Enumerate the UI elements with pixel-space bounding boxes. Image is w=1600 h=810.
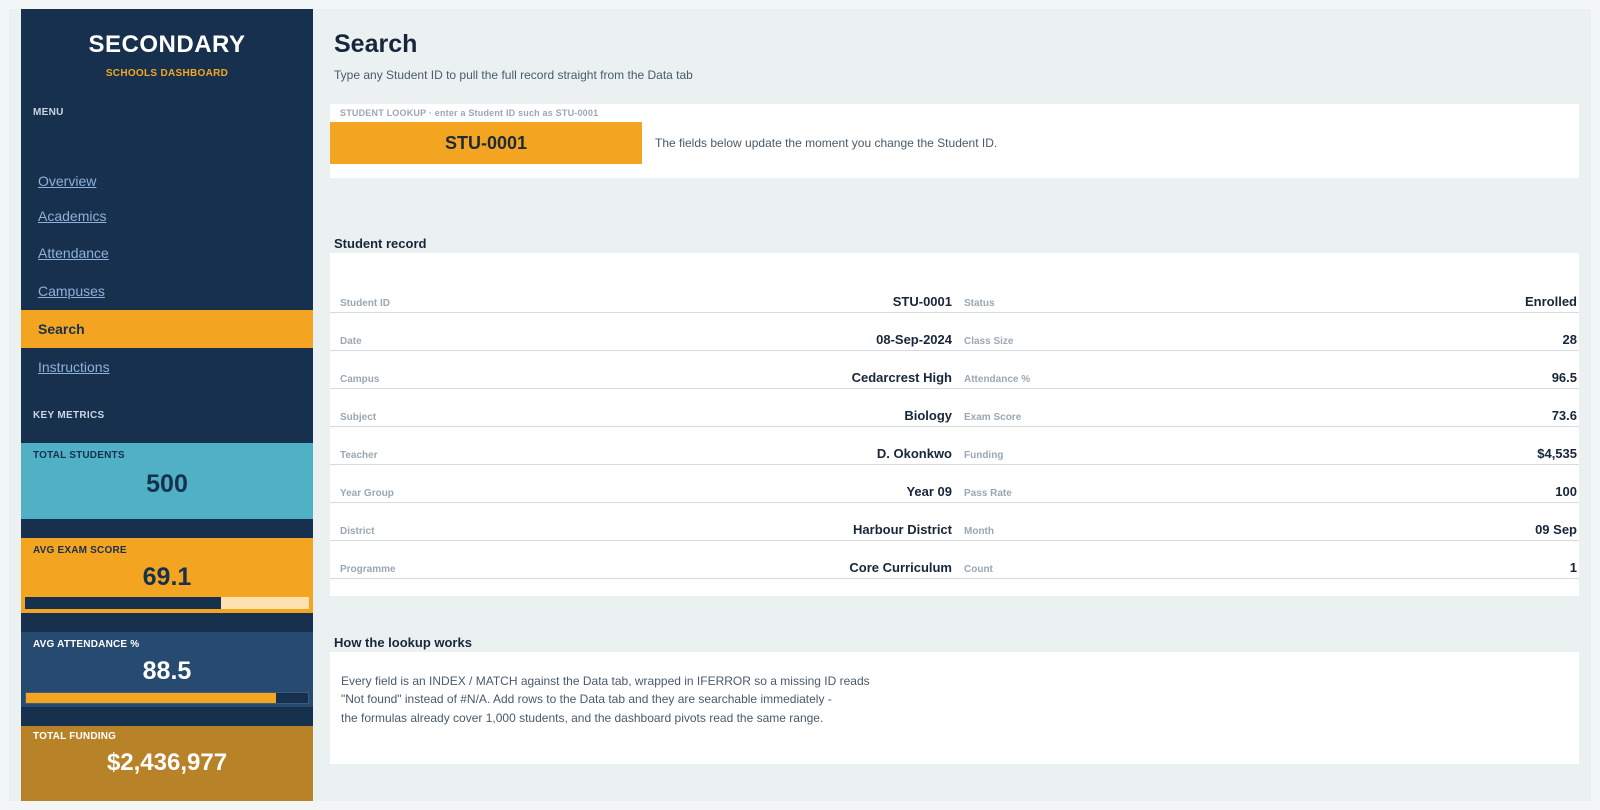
metric-label: AVG ATTENDANCE % bbox=[33, 639, 140, 650]
record-row: Teacher D. Okonkwo bbox=[330, 427, 954, 465]
page-subtitle: Type any Student ID to pull the full rec… bbox=[334, 68, 693, 82]
record-row: Subject Biology bbox=[330, 389, 954, 427]
record-value: 28 bbox=[1562, 332, 1577, 347]
record-value: Year 09 bbox=[906, 484, 952, 499]
record-row: Campus Cedarcrest High bbox=[330, 351, 954, 389]
record-label: Funding bbox=[964, 450, 1004, 461]
metric-avg-attendance: AVG ATTENDANCE % 88.5 bbox=[21, 632, 313, 707]
record-label: Teacher bbox=[340, 450, 378, 461]
record-label: Pass Rate bbox=[964, 488, 1012, 499]
exam-score-bar-fill bbox=[25, 597, 222, 609]
nav-item-campuses[interactable]: Campuses bbox=[21, 272, 313, 310]
record-label: Student ID bbox=[340, 298, 390, 309]
metric-total-students: TOTAL STUDENTS 500 bbox=[21, 443, 313, 519]
metric-avg-exam-score: AVG EXAM SCORE 69.1 bbox=[21, 538, 313, 613]
record-row: Attendance % 96.5 bbox=[954, 351, 1579, 389]
brand-subtitle: SCHOOLS DASHBOARD bbox=[105, 68, 229, 79]
record-row: Student ID STU-0001 bbox=[330, 275, 954, 313]
student-record-panel: Student ID STU-0001 Date 08-Sep-2024 Cam… bbox=[330, 253, 1579, 596]
nav-item-instructions[interactable]: Instructions bbox=[21, 348, 313, 386]
record-label: Month bbox=[964, 526, 994, 537]
record-label: Status bbox=[964, 298, 995, 309]
record-row: Count 1 bbox=[954, 541, 1579, 579]
record-label: Class Size bbox=[964, 336, 1014, 347]
page-title: Search bbox=[334, 30, 418, 58]
how-lookup-works-title: How the lookup works bbox=[334, 635, 472, 650]
record-value: 96.5 bbox=[1551, 370, 1577, 385]
record-value: Harbour District bbox=[853, 522, 952, 537]
how-text-line: Every field is an INDEX / MATCH against … bbox=[341, 674, 870, 688]
metric-label: AVG EXAM SCORE bbox=[33, 545, 127, 556]
record-value: Core Curriculum bbox=[849, 560, 952, 575]
key-metrics-label: KEY METRICS bbox=[33, 410, 105, 421]
metric-label: TOTAL FUNDING bbox=[33, 731, 117, 742]
record-value: 1 bbox=[1569, 560, 1577, 575]
record-value: Cedarcrest High bbox=[851, 370, 952, 385]
record-value: D. Okonkwo bbox=[876, 446, 952, 461]
record-value: $4,535 bbox=[1537, 446, 1577, 461]
record-label: Programme bbox=[340, 564, 396, 575]
record-label: Year Group bbox=[340, 488, 394, 499]
record-value: 100 bbox=[1555, 484, 1577, 499]
record-row: Class Size 28 bbox=[954, 313, 1579, 351]
lookup-note: The fields below update the moment you c… bbox=[655, 136, 998, 150]
record-label: Exam Score bbox=[964, 412, 1022, 423]
how-text-line: the formulas already cover 1,000 student… bbox=[341, 711, 824, 725]
student-record-title: Student record bbox=[334, 236, 427, 251]
record-label: Subject bbox=[340, 412, 377, 423]
record-value: 09 Sep bbox=[1535, 522, 1577, 537]
record-row: Month 09 Sep bbox=[954, 503, 1579, 541]
record-label: Campus bbox=[340, 374, 380, 385]
nav-item-academics[interactable]: Academics bbox=[21, 197, 313, 235]
record-label: District bbox=[340, 526, 375, 537]
record-value: Biology bbox=[904, 408, 952, 423]
metric-value: $2,436,977 bbox=[106, 749, 228, 776]
how-text-line: "Not found" instead of #N/A. Add rows to… bbox=[341, 692, 832, 706]
record-value: STU-0001 bbox=[892, 294, 952, 309]
nav-item-attendance[interactable]: Attendance bbox=[21, 234, 313, 272]
record-row: District Harbour District bbox=[330, 503, 954, 541]
nav-item-overview[interactable]: Overview bbox=[21, 162, 313, 200]
student-lookup-panel: STUDENT LOOKUP · enter a Student ID such… bbox=[330, 104, 1579, 178]
record-row: Programme Core Curriculum bbox=[330, 541, 954, 579]
attendance-bar bbox=[25, 692, 309, 704]
record-label: Date bbox=[340, 336, 362, 347]
record-row: Status Enrolled bbox=[954, 275, 1579, 313]
record-value: 08-Sep-2024 bbox=[876, 332, 952, 347]
student-id-input[interactable] bbox=[330, 122, 642, 164]
record-row: Pass Rate 100 bbox=[954, 465, 1579, 503]
metric-label: TOTAL STUDENTS bbox=[33, 450, 125, 461]
menu-label: MENU bbox=[33, 107, 64, 118]
record-row: Funding $4,535 bbox=[954, 427, 1579, 465]
how-lookup-works-panel: Every field is an INDEX / MATCH against … bbox=[330, 652, 1579, 764]
sidebar: SECONDARY SCHOOLS DASHBOARD MENU Overvie… bbox=[21, 9, 313, 801]
record-label: Attendance % bbox=[964, 374, 1031, 385]
record-row: Exam Score 73.6 bbox=[954, 389, 1579, 427]
nav-item-search[interactable]: Search bbox=[21, 310, 313, 348]
brand-title: SECONDARY bbox=[88, 31, 246, 58]
metric-value: 88.5 bbox=[142, 657, 192, 685]
attendance-bar-fill bbox=[26, 693, 276, 703]
exam-score-bar bbox=[25, 597, 309, 609]
metric-value: 69.1 bbox=[142, 563, 192, 591]
metric-total-funding: TOTAL FUNDING $2,436,977 bbox=[21, 726, 313, 801]
lookup-caption: STUDENT LOOKUP · enter a Student ID such… bbox=[340, 108, 599, 118]
record-row: Year Group Year 09 bbox=[330, 465, 954, 503]
metric-value: 500 bbox=[146, 470, 188, 498]
record-label: Count bbox=[964, 564, 993, 575]
record-row: Date 08-Sep-2024 bbox=[330, 313, 954, 351]
record-value: 73.6 bbox=[1551, 408, 1577, 423]
record-value: Enrolled bbox=[1524, 294, 1577, 309]
